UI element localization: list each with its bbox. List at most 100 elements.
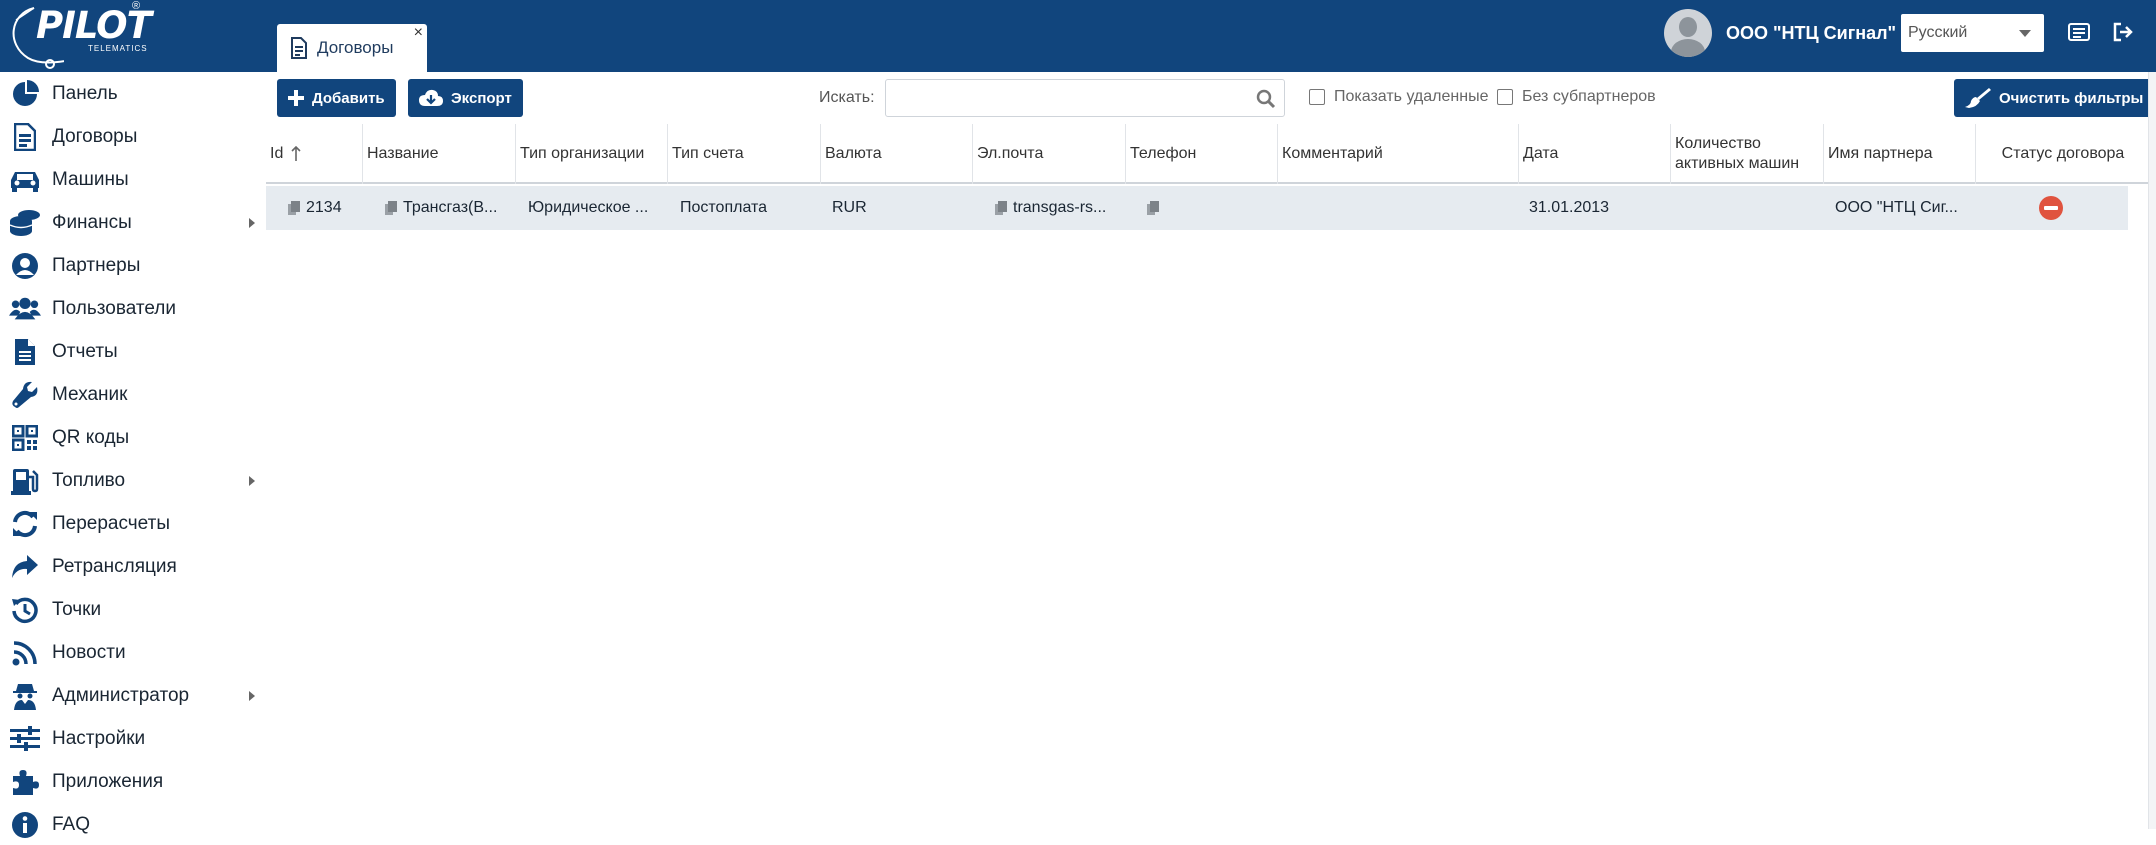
cell-account-type: Постоплата: [680, 199, 768, 216]
add-button[interactable]: Добавить: [277, 79, 396, 117]
column-header-active-cars[interactable]: Количество активных машин: [1671, 124, 1824, 184]
sidebar-item-faq[interactable]: FAQ: [0, 805, 264, 845]
checkbox-box[interactable]: [1309, 89, 1325, 105]
tab-contracts[interactable]: Договоры ×: [277, 24, 427, 72]
refresh-icon: [9, 509, 41, 539]
language-value: Русский: [1908, 24, 1968, 41]
user-name[interactable]: ООО "НТЦ Сигнал": [1726, 23, 1896, 44]
sidebar-item-panel[interactable]: Панель: [0, 74, 264, 114]
sidebar-item-points[interactable]: Точки: [0, 590, 264, 630]
sort-ascending-icon[interactable]: [291, 146, 301, 162]
column-header-phone[interactable]: Телефон: [1126, 124, 1278, 184]
list-view-icon[interactable]: [2068, 22, 2090, 42]
column-header-name[interactable]: Название: [363, 124, 516, 184]
gas-pump-icon: [9, 466, 41, 496]
cell-status: [2039, 186, 2089, 230]
cell-comment: [1290, 186, 1518, 230]
copy-icon[interactable]: [1147, 201, 1159, 215]
search-field[interactable]: [885, 79, 1285, 117]
pie-chart-icon: [9, 79, 41, 109]
contract-document-icon: [9, 122, 41, 152]
sliders-icon: [9, 724, 41, 754]
broom-icon: [1965, 88, 1991, 108]
sidebar-item-partners[interactable]: Партнеры: [0, 246, 264, 286]
column-header-account-type[interactable]: Тип счета: [668, 124, 821, 184]
top-bar: PILOT TELEMATICS ® Договоры × ООО "НТЦ С…: [0, 0, 2156, 72]
checkbox-box[interactable]: [1497, 89, 1513, 105]
logo-subtitle: TELEMATICS: [88, 44, 148, 53]
sidebar-item-qr-codes[interactable]: QR коды: [0, 418, 264, 458]
cell-org-type: Юридическое ...: [528, 199, 649, 216]
vertical-scrollbar[interactable]: [2148, 72, 2156, 829]
cell-phone: [1147, 186, 1277, 230]
status-blocked-icon[interactable]: [2039, 196, 2063, 220]
history-icon: [9, 595, 41, 625]
search-icon[interactable]: [1256, 89, 1276, 109]
plus-icon: [288, 90, 304, 106]
sidebar-item-cars[interactable]: Машины: [0, 160, 264, 200]
sidebar: Панель Договоры Машины Финансы Партнеры …: [0, 72, 264, 838]
show-deleted-checkbox[interactable]: Показать удаленные: [1309, 88, 1488, 106]
copy-icon[interactable]: [288, 201, 300, 215]
coins-icon: [9, 208, 41, 238]
chevron-down-icon: [2019, 30, 2031, 37]
sidebar-item-recalculations[interactable]: Перерасчеты: [0, 504, 264, 544]
chevron-right-icon: [249, 691, 255, 701]
user-circle-icon: [9, 251, 41, 281]
export-button[interactable]: Экспорт: [408, 79, 523, 117]
sidebar-item-mechanic[interactable]: Механик: [0, 375, 264, 415]
sidebar-item-administrator[interactable]: Администратор: [0, 676, 264, 716]
copy-icon[interactable]: [385, 201, 397, 215]
report-file-icon: [9, 337, 41, 367]
puzzle-icon: [9, 767, 41, 797]
chevron-right-icon: [249, 218, 255, 228]
column-header-partner[interactable]: Имя партнера: [1824, 124, 1976, 184]
sidebar-item-contracts[interactable]: Договоры: [0, 117, 264, 157]
column-header-comment[interactable]: Комментарий: [1278, 124, 1519, 184]
clear-filters-button[interactable]: Очистить фильтры: [1954, 79, 2155, 117]
column-header-id[interactable]: Id: [266, 124, 363, 184]
sidebar-item-settings[interactable]: Настройки: [0, 719, 264, 759]
cell-id: 2134: [288, 186, 363, 230]
share-arrow-icon: [9, 552, 41, 582]
qr-code-icon: [9, 423, 41, 453]
sidebar-item-fuel[interactable]: Топливо: [0, 461, 264, 501]
registered-mark: ®: [132, 0, 141, 12]
no-subpartners-checkbox[interactable]: Без субпартнеров: [1497, 88, 1656, 106]
sidebar-item-applications[interactable]: Приложения: [0, 762, 264, 802]
contract-document-icon: [291, 37, 307, 59]
cell-currency: RUR: [832, 199, 867, 216]
sidebar-item-retranslation[interactable]: Ретрансляция: [0, 547, 264, 587]
sidebar-item-users[interactable]: Пользователи: [0, 289, 264, 329]
sidebar-item-reports[interactable]: Отчеты: [0, 332, 264, 372]
user-menu[interactable]: ООО "НТЦ Сигнал": [1664, 9, 1896, 57]
logout-icon[interactable]: [2112, 22, 2134, 42]
search-label: Искать:: [819, 89, 875, 106]
pilot-logo[interactable]: PILOT TELEMATICS ®: [4, 0, 152, 72]
cell-active-cars: [1683, 186, 1823, 230]
cell-name: Трансгаз(В...: [385, 186, 510, 230]
chevron-right-icon: [249, 476, 255, 486]
table-row[interactable]: 2134 Трансгаз(В... Юридическое ... Посто…: [266, 186, 2128, 230]
column-header-date[interactable]: Дата: [1519, 124, 1671, 184]
car-icon: [9, 165, 41, 195]
tab-label: Договоры: [317, 38, 394, 57]
wrench-icon: [9, 380, 41, 410]
cell-partner: ООО "НТЦ Сиг...: [1835, 199, 1958, 216]
column-header-status[interactable]: Статус договора: [1976, 124, 2150, 184]
rss-icon: [9, 638, 41, 668]
cell-email: transgas-rs...: [995, 186, 1125, 230]
search-input[interactable]: [886, 80, 1236, 116]
user-secret-icon: [9, 681, 41, 711]
column-header-currency[interactable]: Валюта: [821, 124, 973, 184]
sidebar-item-finance[interactable]: Финансы: [0, 203, 264, 243]
cell-date: 31.01.2013: [1529, 199, 1610, 216]
tab-close-icon[interactable]: ×: [414, 24, 423, 42]
language-select[interactable]: Русский: [1901, 14, 2044, 52]
sidebar-item-news[interactable]: Новости: [0, 633, 264, 673]
column-header-email[interactable]: Эл.почта: [973, 124, 1126, 184]
cloud-download-icon: [419, 89, 443, 106]
avatar[interactable]: [1664, 9, 1712, 57]
copy-icon[interactable]: [995, 201, 1007, 215]
column-header-org-type[interactable]: Тип организации: [516, 124, 668, 184]
